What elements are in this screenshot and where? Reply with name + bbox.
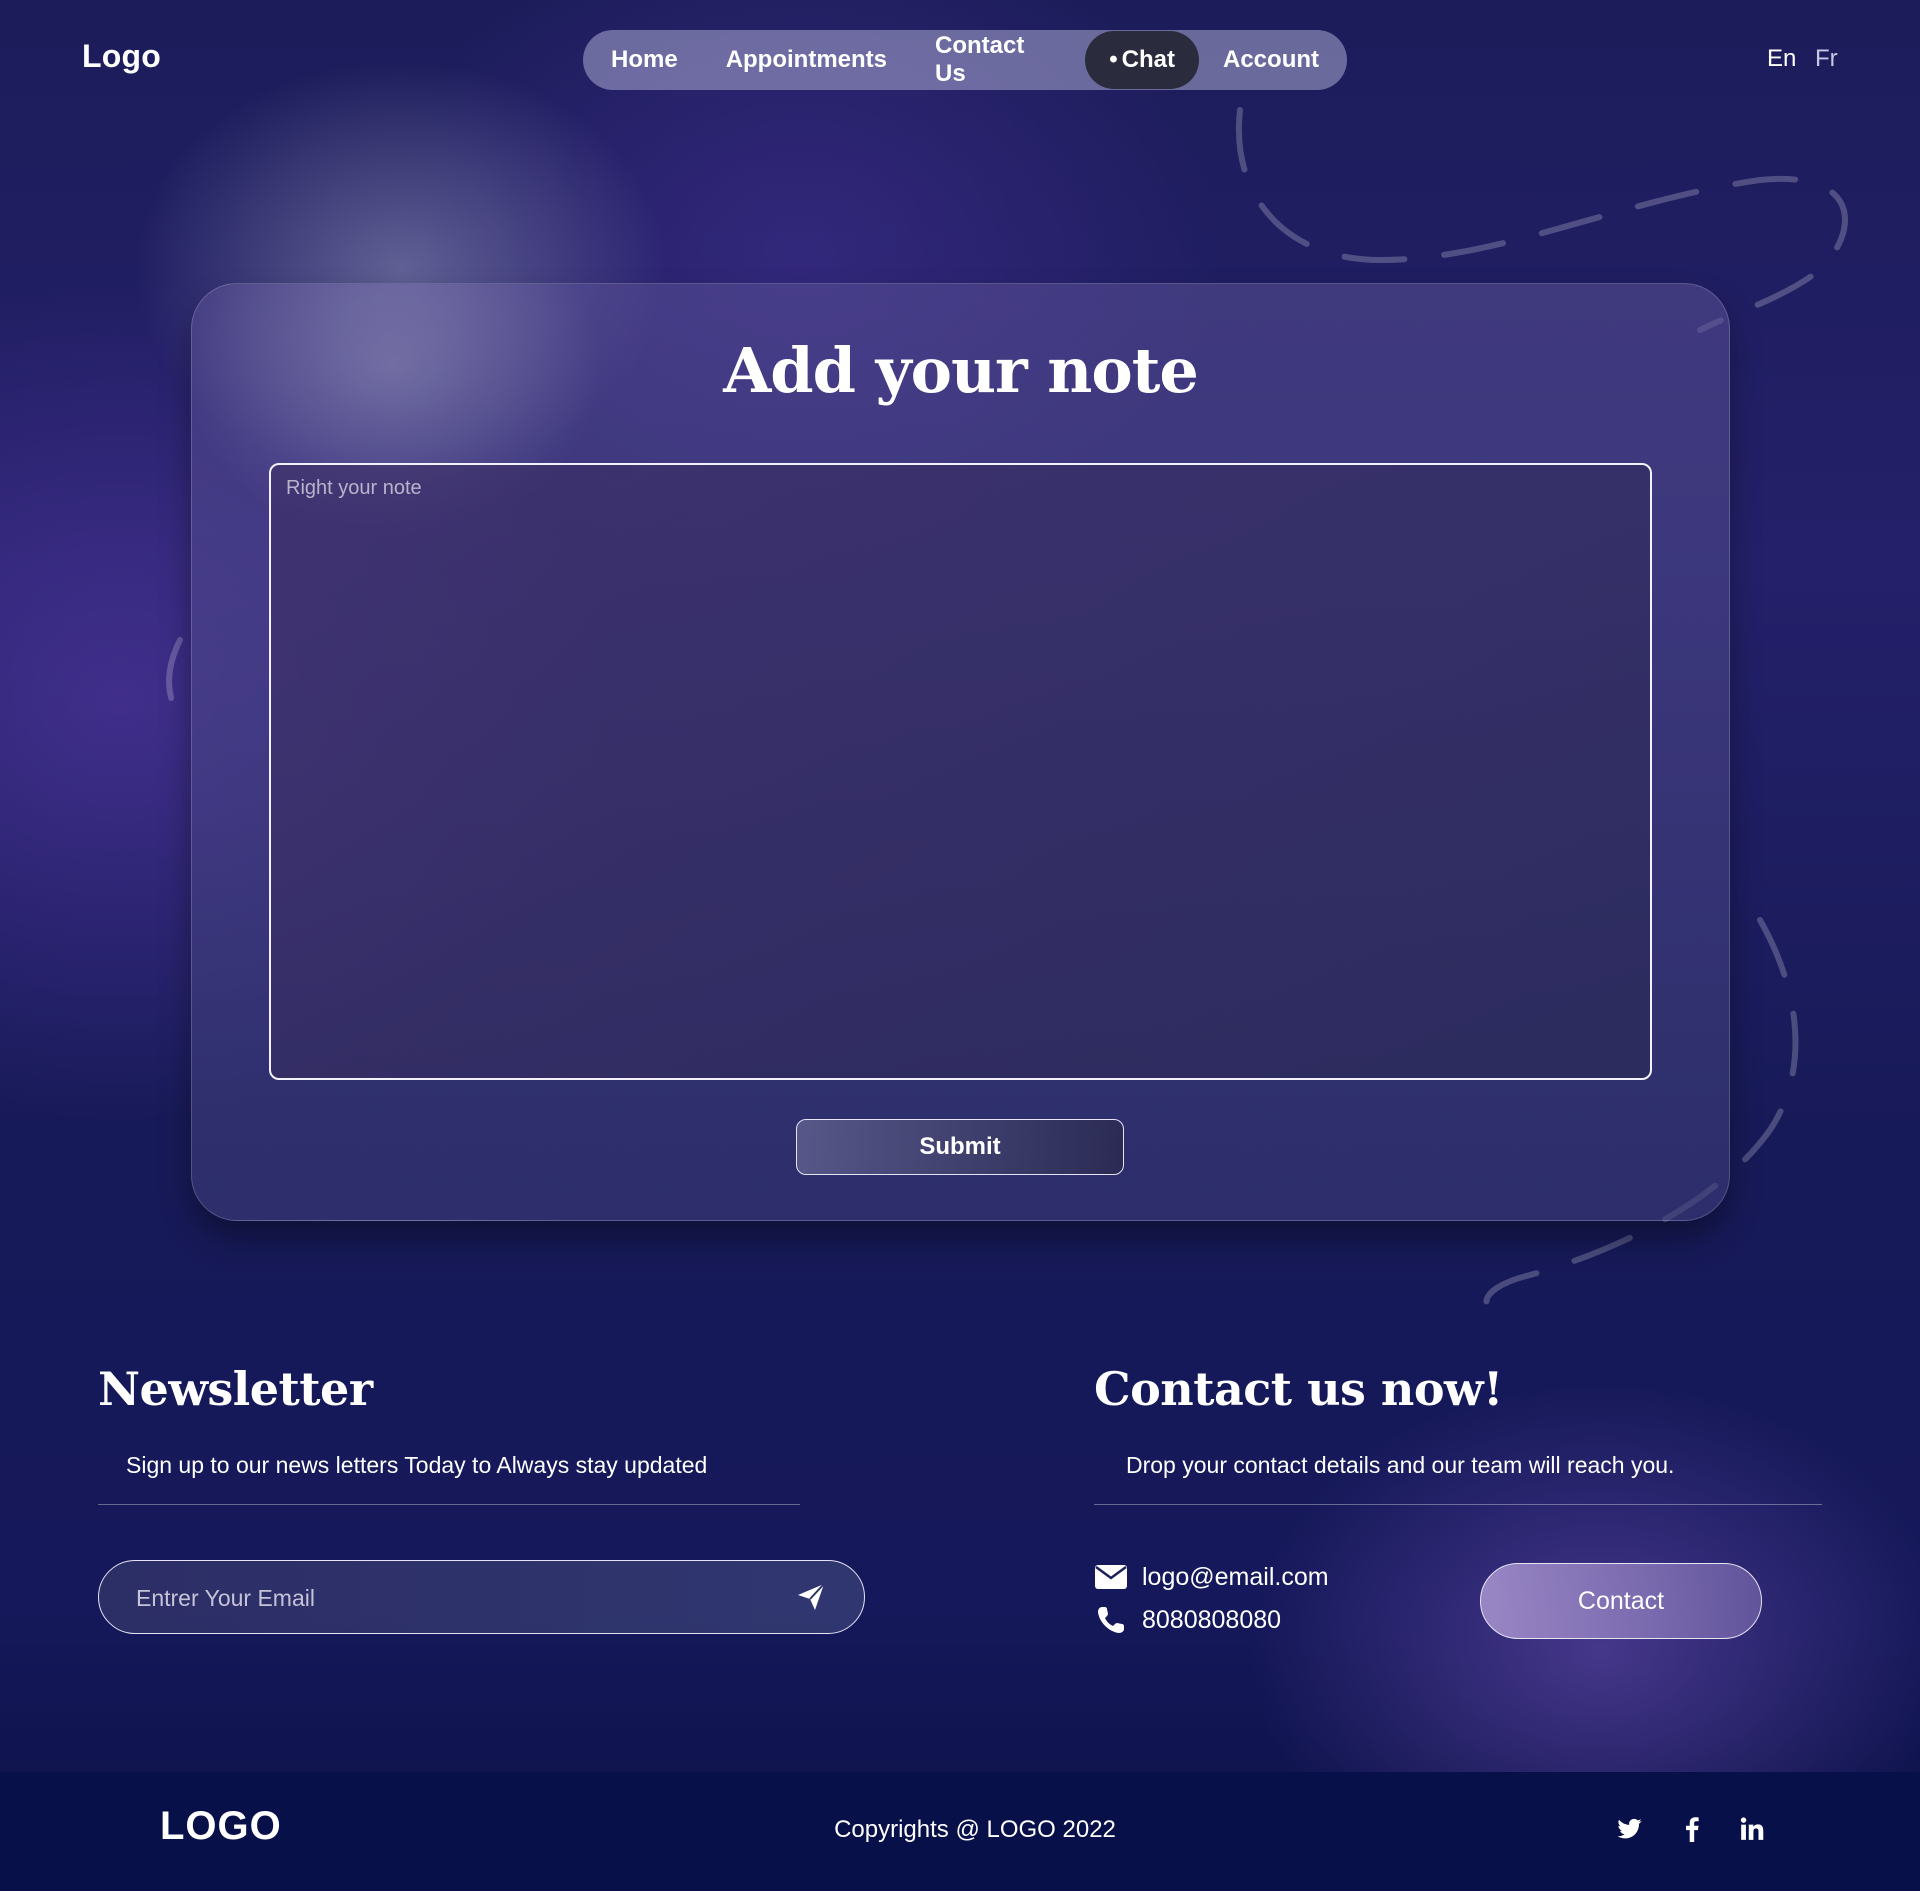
contact-phone-row: 8080808080	[1094, 1605, 1281, 1635]
contact-subtitle: Drop your contact details and our team w…	[1126, 1452, 1675, 1478]
contact-button[interactable]: Contact	[1480, 1563, 1762, 1639]
submit-button[interactable]: Submit	[796, 1119, 1124, 1175]
note-title: Add your note	[723, 334, 1199, 407]
nav-home[interactable]: Home	[587, 31, 702, 89]
phone-icon	[1094, 1605, 1128, 1635]
contact-title: Contact us now!	[1094, 1362, 1503, 1416]
contact-phone[interactable]: 8080808080	[1142, 1606, 1281, 1635]
send-icon[interactable]	[795, 1581, 827, 1613]
contact-email-row: logo@email.com	[1094, 1562, 1329, 1592]
language-fr[interactable]: Fr	[1815, 45, 1838, 73]
facebook-icon[interactable]	[1679, 1816, 1705, 1842]
twitter-icon[interactable]	[1617, 1816, 1643, 1842]
newsletter-subtitle: Sign up to our news letters Today to Alw…	[126, 1452, 708, 1478]
contact-divider	[1094, 1504, 1822, 1505]
nav-contact-us[interactable]: Contact Us	[911, 31, 1085, 89]
newsletter-email-box	[98, 1560, 865, 1635]
mail-icon	[1094, 1562, 1128, 1592]
site-logo[interactable]: Logo	[82, 38, 161, 75]
contact-email[interactable]: logo@email.com	[1142, 1563, 1329, 1592]
main-nav: Home Appointments Contact Us Chat Accoun…	[583, 30, 1347, 90]
footer: LOGO Copyrights @ LOGO 2022	[0, 1772, 1920, 1891]
newsletter-title: Newsletter	[98, 1362, 373, 1416]
linkedin-icon[interactable]	[1739, 1816, 1765, 1842]
newsletter-email-input[interactable]	[134, 1561, 758, 1635]
language-en[interactable]: En	[1767, 45, 1796, 73]
nav-appointments[interactable]: Appointments	[702, 31, 911, 89]
nav-account[interactable]: Account	[1199, 31, 1343, 89]
note-card: Add your note Submit	[191, 283, 1730, 1221]
note-textarea[interactable]	[269, 463, 1652, 1080]
newsletter-divider	[98, 1504, 800, 1505]
nav-chat[interactable]: Chat	[1085, 31, 1199, 89]
